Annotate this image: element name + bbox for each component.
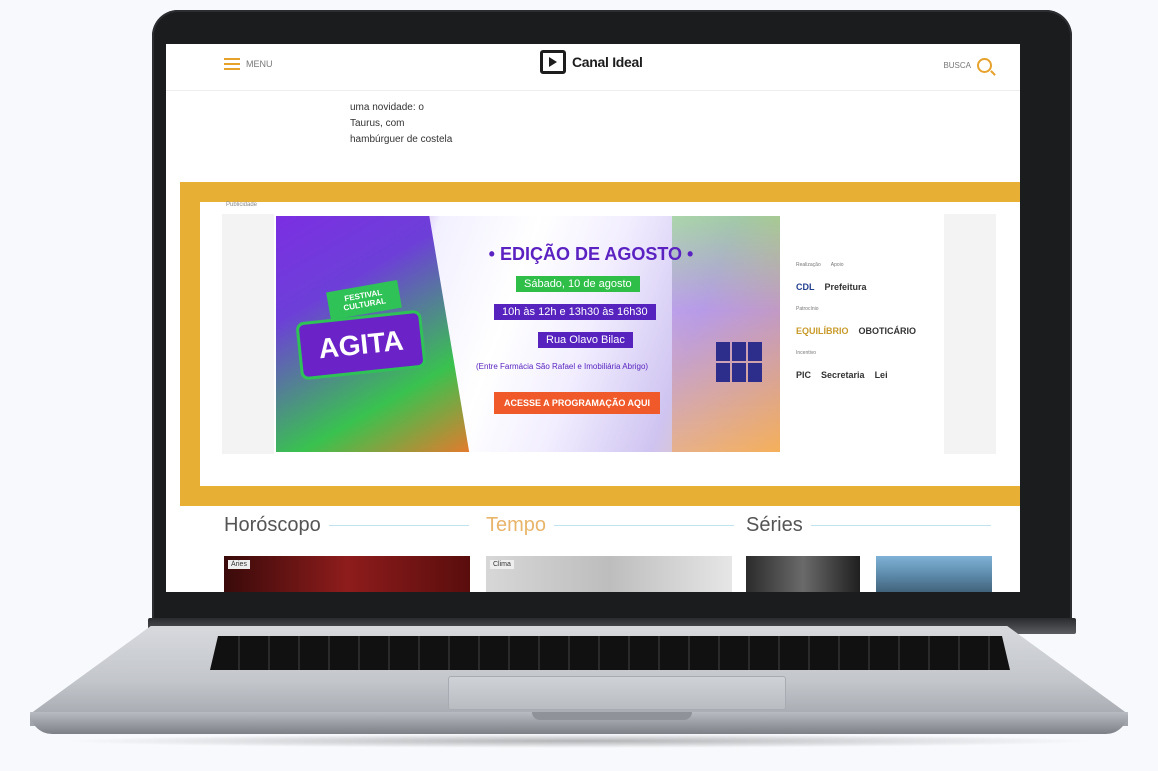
search-button[interactable]: BUSCA [943,58,992,73]
sponsor-row: PIC Secretaria Lei [796,370,932,380]
site-logo[interactable]: Canal Ideal [540,50,643,74]
ad-side-panel-right [944,214,996,454]
search-label: BUSCA [943,61,971,70]
equilibrio-logo: EQUILÍBRIO [796,326,849,336]
agita-text: AGITA [317,324,405,365]
sponsor-caption: Realização [796,262,821,268]
edition-title: • EDIÇÃO DE AGOSTO • [488,244,694,264]
horoscope-thumbnail[interactable]: Áries [224,556,470,592]
logo-text: Canal Ideal [572,54,643,70]
snippet-line: Taurus, com [350,118,405,129]
section-series[interactable]: Séries [746,514,991,537]
section-title: Séries [746,514,803,536]
accessibility-icon [716,342,762,382]
sponsor-row: EQUILÍBRIO OBOTICÁRIO [796,326,932,336]
sponsor-row: Incentivo [796,350,932,356]
pic-logo: PIC [796,370,812,380]
sponsor-row: Realização Apoio [796,262,932,268]
snippet-line: hambúrguer de costela [350,134,453,145]
cdl-logo: CDL [796,282,815,292]
keyboard [210,636,1010,670]
series-thumbnail[interactable] [876,556,992,592]
publicidade-label: Publicidade [226,202,258,208]
menu-label: MENU [246,59,273,69]
weather-thumbnail[interactable]: Clima [486,556,732,592]
event-date: Sábado, 10 de agosto [516,276,640,292]
series-thumbnail[interactable] [746,556,860,592]
section-divider [328,525,469,526]
program-cta-button[interactable]: ACESSE A PROGRAMAÇÃO AQUI [494,392,661,414]
play-icon [540,50,566,74]
section-weather[interactable]: Tempo [486,514,735,537]
oboticario-logo: OBOTICÁRIO [858,326,917,336]
prefeitura-logo: Prefeitura [824,282,867,292]
site-header: MENU Canal Ideal BUSCA [166,44,1020,91]
event-address: Rua Olavo Bilac [538,332,633,348]
section-divider [554,525,735,526]
address-note: (Entre Farmácia São Rafael e Imobiliária… [476,362,649,371]
sponsor-caption: Apoio [830,262,844,268]
section-title: Horóscopo [224,514,321,536]
sponsor-logos: Realização Apoio CDL Prefeitura Patrocín… [796,262,932,432]
section-horoscope[interactable]: Horóscopo [224,514,469,537]
sponsor-row: Patrocínio [796,306,932,312]
search-icon [977,58,992,73]
article-snippet[interactable]: uma novidade: o Taurus, com hambúrguer d… [350,100,520,148]
section-title: Tempo [486,514,547,536]
laptop-screen: MENU Canal Ideal BUSCA uma novidade: o T… [166,44,1020,592]
trackpad [448,676,786,710]
sponsor-row: CDL Prefeitura [796,282,932,292]
hamburger-icon [224,58,240,70]
section-divider [810,525,991,526]
menu-button[interactable]: MENU [224,58,273,70]
event-time: 10h às 12h e 13h30 às 16h30 [494,304,656,320]
ad-side-panel-left [222,214,274,454]
lei-logo: Lei [874,370,888,380]
snippet-line: uma novidade: o [350,102,424,113]
thumb-label: Clima [490,560,514,569]
secretaria-logo: Secretaria [821,370,865,380]
sponsor-caption: Patrocínio [796,306,819,312]
festival-banner[interactable]: FESTIVAL CULTURAL AGITA • EDIÇÃO DE AGOS… [276,216,780,452]
thumb-label: Áries [228,560,250,569]
laptop-shadow [60,734,1100,748]
laptop-notch [532,712,692,720]
sponsor-caption: Incentivo [796,350,817,356]
